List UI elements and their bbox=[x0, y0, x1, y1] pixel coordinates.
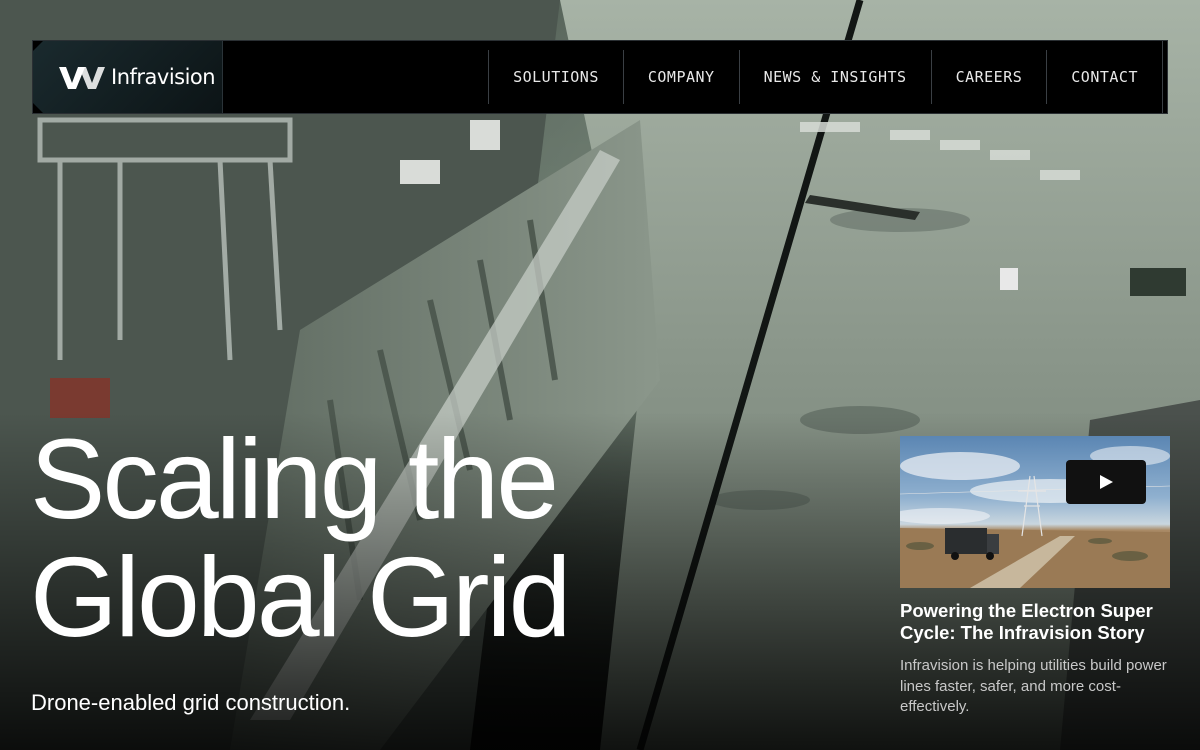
nav-menu: SOLUTIONS COMPANY NEWS & INSIGHTS CAREER… bbox=[488, 41, 1167, 113]
top-navigation: Infravision SOLUTIONS COMPANY NEWS & INS… bbox=[32, 40, 1168, 114]
video-thumbnail[interactable] bbox=[900, 436, 1170, 588]
play-icon bbox=[1100, 475, 1113, 489]
video-card-title[interactable]: Powering the Electron Super Cycle: The I… bbox=[900, 600, 1170, 644]
nav-item-news-insights[interactable]: NEWS & INSIGHTS bbox=[738, 50, 931, 104]
brand-name: Infravision bbox=[111, 65, 216, 89]
hero-headline-line-1: Scaling the bbox=[30, 416, 559, 542]
logo-link[interactable]: Infravision bbox=[33, 41, 223, 113]
nav-item-contact[interactable]: CONTACT bbox=[1046, 50, 1162, 104]
video-thumbnail-image bbox=[900, 446, 1170, 588]
hero-subheadline: Drone-enabled grid construction. bbox=[31, 690, 351, 715]
hero-headline-line-2: Global Grid bbox=[30, 534, 572, 660]
video-card-description: Infravision is helping utilities build p… bbox=[900, 657, 1167, 715]
nav-item-company[interactable]: COMPANY bbox=[622, 50, 739, 104]
play-button[interactable] bbox=[1066, 460, 1146, 504]
video-card[interactable]: Powering the Electron Super Cycle: The I… bbox=[900, 436, 1170, 718]
hero-section: Infravision SOLUTIONS COMPANY NEWS & INS… bbox=[0, 0, 1200, 750]
nav-item-careers[interactable]: CAREERS bbox=[930, 50, 1047, 104]
nav-item-solutions[interactable]: SOLUTIONS bbox=[488, 50, 623, 104]
hero-headline: Scaling the Global Grid bbox=[30, 416, 572, 660]
brand-logo-icon bbox=[57, 63, 107, 91]
